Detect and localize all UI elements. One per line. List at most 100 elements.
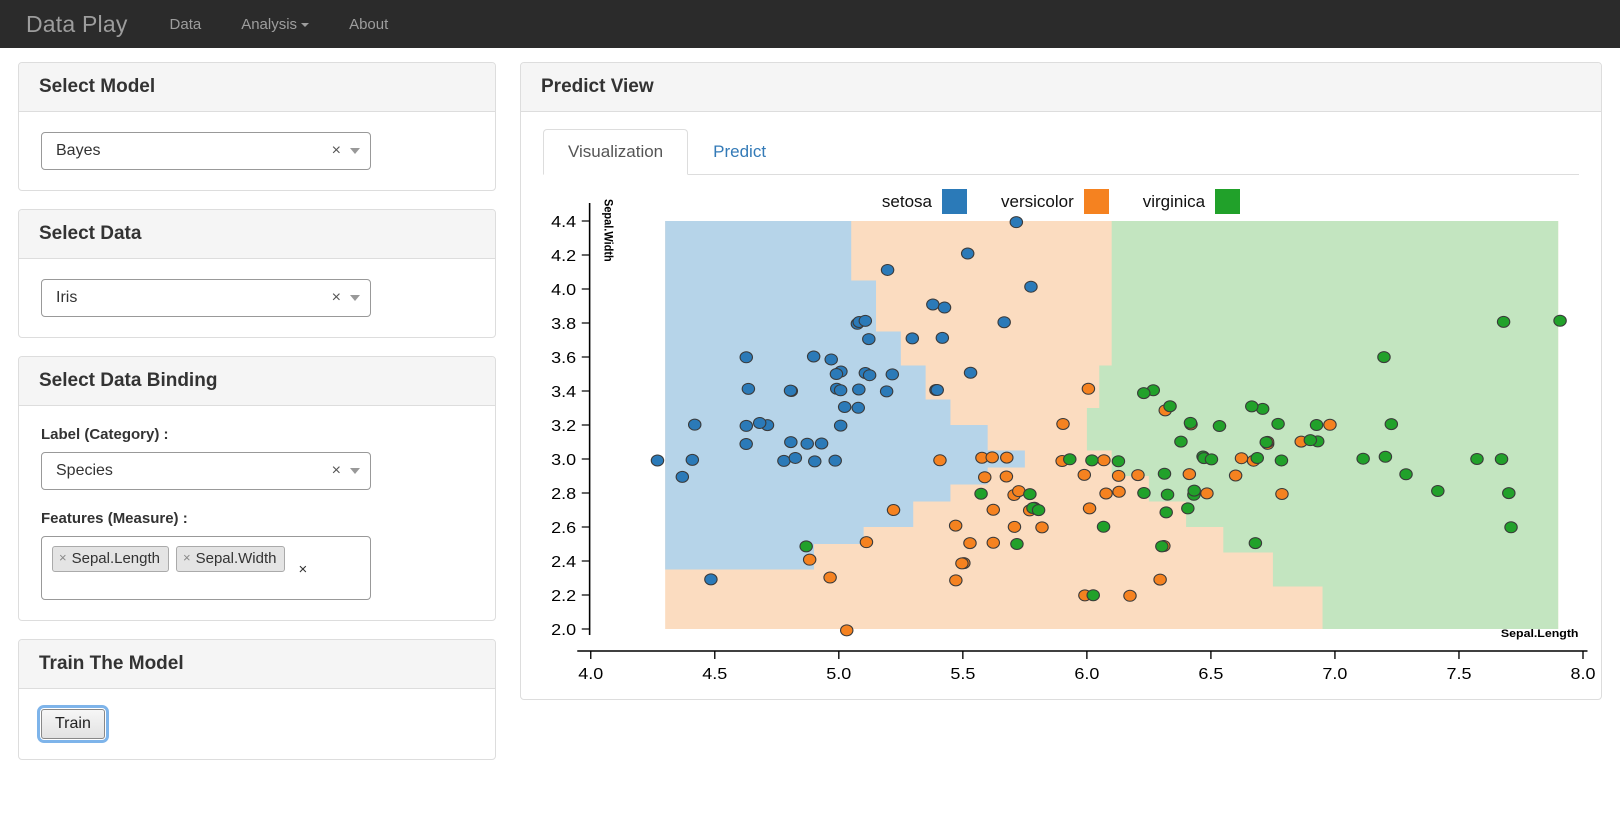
data-point-setosa [676,471,688,482]
data-point-virginica [1378,352,1390,363]
data-point-virginica [1260,437,1272,448]
data-point-versicolor [987,504,999,515]
data-point-setosa [838,401,850,412]
data-select-clear-icon[interactable]: × [332,290,350,306]
tab-bar: Visualization Predict [543,128,1579,175]
data-point-setosa [938,302,950,313]
data-select-chevron-down-icon[interactable] [350,295,360,301]
model-select[interactable]: Bayes × [41,132,371,170]
data-point-versicolor [860,537,872,548]
data-point-virginica [1275,455,1287,466]
data-point-versicolor [986,452,998,463]
data-point-virginica [1086,455,1098,466]
data-point-virginica [1112,456,1124,467]
data-point-setosa [881,264,893,275]
data-point-virginica [1097,521,1109,532]
model-select-chevron-down-icon[interactable] [350,148,360,154]
features-clear-icon[interactable]: × [298,559,307,578]
x-tick-label: 6.5 [1198,665,1223,681]
data-point-versicolor [1235,453,1247,464]
panel-data-binding-title: Select Data Binding [39,370,217,391]
x-tick-label: 7.5 [1446,665,1471,681]
data-point-virginica [1251,453,1263,464]
feature-tag-sepal-length[interactable]: × Sepal.Length [52,546,169,572]
data-point-virginica [1158,468,1170,479]
data-point-setosa [830,369,842,380]
x-tick-label: 7.0 [1322,665,1347,681]
features-multiselect[interactable]: × Sepal.Length × Sepal.Width × [41,536,371,600]
data-point-versicolor [1100,488,1112,499]
data-point-virginica [1385,419,1397,430]
y-tick-label: 2.0 [551,621,576,639]
data-point-versicolor [1001,452,1013,463]
nav-item-analysis[interactable]: Analysis [221,16,329,33]
panel-predict-view-title: Predict View [541,76,654,97]
data-point-versicolor [1229,470,1241,481]
tab-visualization[interactable]: Visualization [543,129,688,175]
data-point-setosa [886,369,898,380]
label-category-select[interactable]: Species × [41,452,371,490]
data-point-setosa [815,438,827,449]
data-point-setosa [962,248,974,259]
panel-train-model-header: Train The Model [19,640,495,689]
data-point-versicolor [1078,469,1090,480]
y-tick-label: 2.8 [551,485,576,503]
data-point-setosa [998,317,1010,328]
data-point-virginica [1161,489,1173,500]
y-tick-label: 3.8 [551,315,576,333]
data-point-virginica [800,541,812,552]
data-point-versicolor [987,537,999,548]
train-button[interactable]: Train [41,709,105,739]
data-point-versicolor [949,520,961,531]
data-point-setosa [853,384,865,395]
feature-tag-sepal-width[interactable]: × Sepal.Width [176,546,285,572]
chevron-down-icon [301,23,309,27]
panel-predict-view-header: Predict View [521,63,1601,112]
data-point-versicolor [1057,418,1069,429]
data-point-virginica [1205,454,1217,465]
data-point-versicolor [1183,469,1195,480]
data-point-setosa [740,352,752,363]
nav-item-data-label: Data [170,16,202,33]
data-point-virginica [1138,388,1150,399]
data-point-setosa [778,455,790,466]
nav-item-about[interactable]: About [329,16,408,33]
data-point-virginica [1272,418,1284,429]
x-tick-label: 4.0 [578,665,603,681]
data-point-versicolor [1082,383,1094,394]
data-point-versicolor [979,472,991,483]
y-tick-label: 2.6 [551,519,576,537]
label-category-clear-icon[interactable]: × [332,463,350,479]
data-point-versicolor [1008,521,1020,532]
label-category-chevron-down-icon[interactable] [350,468,360,474]
data-point-virginica [1379,451,1391,462]
feature-tag-remove-icon[interactable]: × [183,551,191,566]
nav-item-data[interactable]: Data [150,16,222,33]
data-point-virginica [1213,421,1225,432]
model-select-clear-icon[interactable]: × [332,143,350,159]
data-point-setosa [829,455,841,466]
panel-select-model-body: Bayes × [19,112,495,190]
top-navbar: Data Play Data Analysis About [0,0,1620,48]
x-tick-label: 5.5 [950,665,975,681]
data-point-setosa [807,351,819,362]
data-point-versicolor [1036,522,1048,533]
data-select[interactable]: Iris × [41,279,371,317]
data-point-setosa [936,332,948,343]
data-point-virginica [1011,538,1023,549]
data-point-virginica [1310,420,1322,431]
data-point-virginica [1064,454,1076,465]
feature-tag-remove-icon[interactable]: × [59,551,67,566]
panel-data-binding: Select Data Binding Label (Category) : S… [18,356,496,621]
data-point-setosa [863,334,875,345]
panel-predict-view: Predict View Visualization Predict setos… [520,62,1602,700]
panel-select-model-header: Select Model [19,63,495,112]
data-point-versicolor [1000,471,1012,482]
y-tick-label: 2.2 [551,587,576,605]
y-tick-label: 4.4 [551,213,576,231]
tab-predict[interactable]: Predict [688,129,791,175]
data-point-setosa [754,417,766,428]
data-point-versicolor [1083,503,1095,514]
brand-logo[interactable]: Data Play [18,11,150,38]
data-point-virginica [1184,417,1196,428]
